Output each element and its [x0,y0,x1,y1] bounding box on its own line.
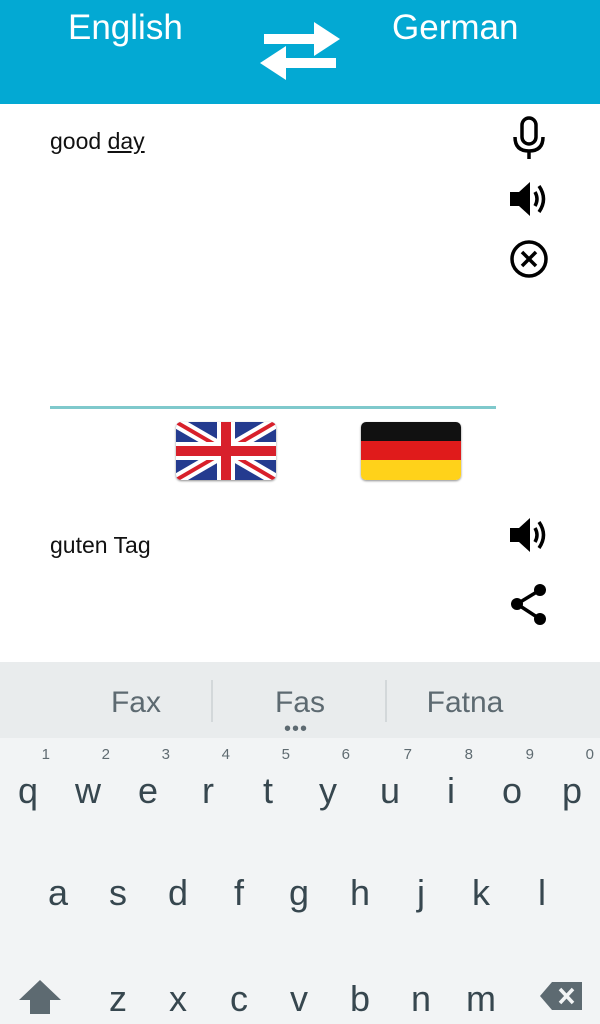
key-label: u [379,770,401,811]
microphone-button[interactable] [506,115,552,161]
key-p[interactable]: 0p [544,746,600,812]
key-label: q [17,770,39,811]
key-label: i [447,770,455,811]
key-q[interactable]: 1q [0,746,56,812]
more-suggestions-indicator[interactable]: ••• [284,719,308,739]
speak-translation-button[interactable] [506,512,552,558]
key-c[interactable]: c [211,978,267,1020]
key-hint: 3 [161,746,170,763]
key-h[interactable]: h [332,872,388,914]
key-n[interactable]: n [393,978,449,1020]
backspace-icon [540,982,582,1010]
speaker-icon [510,182,546,216]
shift-arrow-icon [19,980,61,1014]
target-flag-button[interactable] [361,422,461,480]
key-i[interactable]: 8i [423,746,479,812]
key-hint: 5 [281,746,290,763]
key-g[interactable]: g [271,872,327,914]
key-v[interactable]: v [271,978,327,1020]
translated-text: guten Tag [50,532,151,558]
key-s[interactable]: s [90,872,146,914]
input-divider [50,406,496,409]
key-label: e [137,770,159,811]
swap-languages-button[interactable] [256,20,344,84]
clear-circle-x-icon [510,240,548,278]
key-x[interactable]: x [150,978,206,1020]
app-header: English German [0,0,600,104]
key-o[interactable]: 9o [484,746,540,812]
key-hint: 9 [525,746,534,763]
share-button[interactable] [506,582,552,628]
key-z[interactable]: z [90,978,146,1020]
key-label: p [561,770,583,811]
speak-source-button[interactable] [506,176,552,222]
key-e[interactable]: 3e [120,746,176,812]
source-language-button[interactable]: English [68,8,183,48]
key-d[interactable]: d [150,872,206,914]
key-label: t [262,770,273,811]
key-b[interactable]: b [332,978,388,1020]
key-hint: 7 [403,746,412,763]
target-language-button[interactable]: German [392,8,518,48]
swap-arrows-icon [260,22,340,80]
key-k[interactable]: k [453,872,509,914]
key-hint: 6 [341,746,350,763]
key-label: o [501,770,523,811]
key-label: r [202,770,214,811]
key-hint: 4 [221,746,230,763]
key-t[interactable]: 5t [240,746,296,812]
input-text-plain: good [50,128,108,154]
key-m[interactable]: m [453,978,509,1020]
key-a[interactable]: a [30,872,86,914]
key-l[interactable]: l [514,872,570,914]
backspace-key[interactable] [538,978,584,1014]
key-hint: 8 [464,746,473,763]
germany-flag-icon [361,422,461,480]
key-w[interactable]: 2w [60,746,116,812]
speaker-icon [510,518,546,552]
clear-text-button[interactable] [506,236,552,282]
key-u[interactable]: 7u [362,746,418,812]
uk-flag-icon [176,422,276,480]
source-flag-button[interactable] [176,422,276,480]
key-j[interactable]: j [393,872,449,914]
share-icon [511,584,546,625]
microphone-icon [513,116,545,159]
key-hint: 2 [101,746,110,763]
key-f[interactable]: f [211,872,267,914]
key-r[interactable]: 4r [180,746,236,812]
source-text-input[interactable]: good day [50,128,145,155]
key-label: w [75,770,101,811]
key-y[interactable]: 6y [300,746,356,812]
shift-key[interactable] [17,978,63,1014]
suggestion-3[interactable]: Fatna [365,686,565,720]
key-label: y [319,770,337,811]
input-text-composing: day [107,128,145,154]
key-hint: 1 [41,746,50,763]
key-hint: 0 [585,746,594,763]
